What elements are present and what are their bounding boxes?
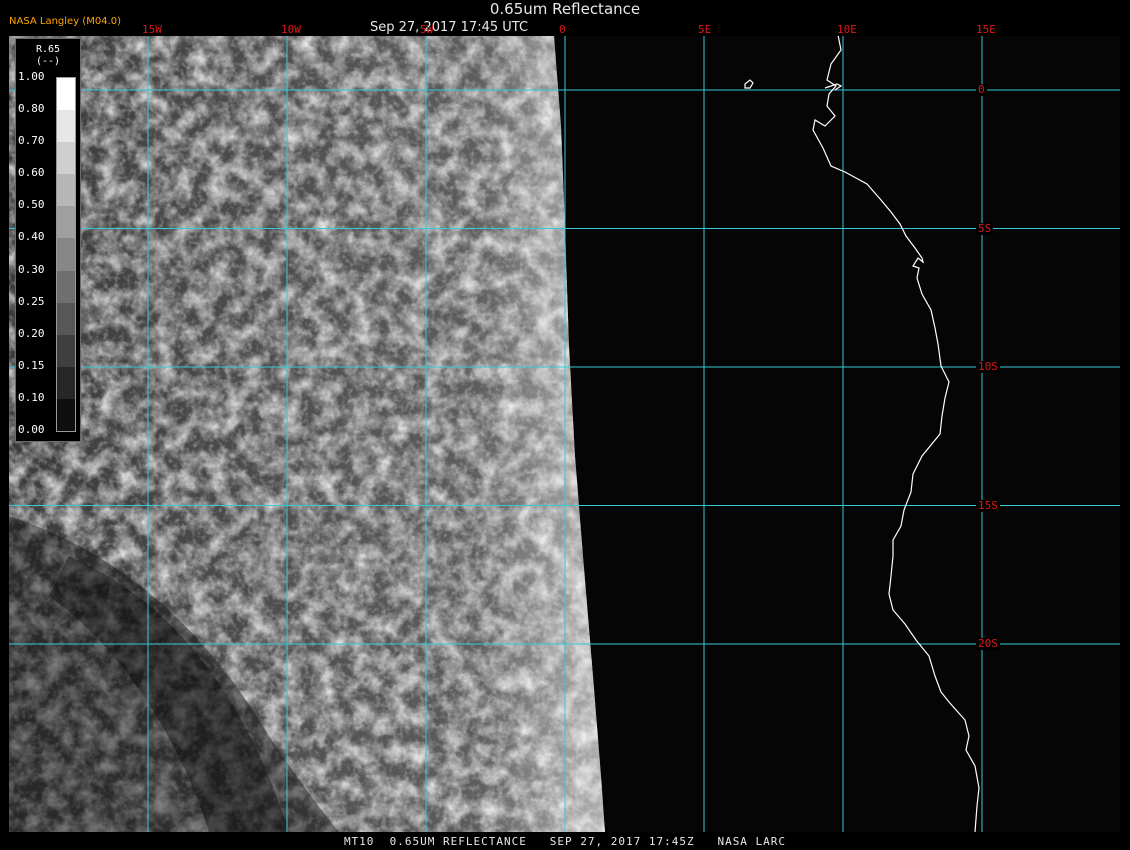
colorbar-tick-label: 0.40: [18, 230, 45, 244]
satellite-image-viewer: 0.65um Reflectance Sep 27, 2017 17:45 UT…: [0, 0, 1130, 850]
colorbar-band: [57, 78, 75, 111]
colorbar-tick-label: 0.60: [18, 166, 45, 180]
latitude-label: 0: [976, 83, 987, 96]
reflectance-map: [9, 36, 1120, 832]
colorbar-band: [57, 302, 75, 336]
longitude-label: 15E: [976, 23, 996, 36]
latitude-label: 15S: [976, 498, 1000, 512]
colorbar-band: [57, 366, 75, 400]
longitude-label: 5E: [698, 23, 712, 36]
colorbar-band: [57, 174, 75, 207]
source-label: NASA Langley (M04.0): [9, 16, 121, 27]
image-title: 0.65um Reflectance: [489, 0, 641, 18]
colorbar-band: [57, 334, 75, 368]
colorbar-tick-label: 0.50: [18, 198, 45, 212]
colorbar-band: [57, 110, 75, 143]
colorbar-tick-label: 0.10: [18, 390, 45, 404]
colorbar-band: [57, 142, 75, 175]
colorbar-tick-label: 0.25: [18, 294, 45, 308]
latitude-label: 20S: [976, 637, 1000, 650]
colorbar-tick-label: 0.70: [18, 134, 45, 148]
longitude-label: 10E: [837, 23, 857, 36]
map-panel[interactable]: 0 5S 10S 15S 20S: [9, 36, 1120, 832]
latitude-label: 10S: [976, 360, 1000, 373]
colorbar-legend: R.65 (--) 1.00 0.80 0.70 0.60 0.50 0.40 0.30 0.…: [15, 38, 81, 442]
colorbar-tick-label: 0.30: [18, 262, 45, 276]
longitude-label: 0: [559, 23, 566, 36]
colorbar-band: [57, 270, 75, 304]
footer-caption: MT10 0.65UM REFLECTANCE SEP 27, 2017 17:…: [343, 835, 787, 848]
colorbar-band: [57, 206, 75, 239]
colorbar-tick-label: 0.20: [18, 326, 45, 340]
colorbar-title: R.65: [35, 44, 61, 55]
colorbar-tick-label: 0.00: [18, 423, 45, 436]
longitude-label: 10W: [281, 23, 301, 36]
colorbar-band: [57, 238, 75, 272]
colorbar-gradient: [56, 77, 76, 432]
longitude-label: 5W: [420, 23, 434, 36]
colorbar-band: [57, 398, 75, 432]
image-timestamp: Sep 27, 2017 17:45 UTC: [370, 20, 529, 35]
colorbar-tick-label: 1.00: [18, 70, 45, 83]
colorbar-tick-label: 0.80: [18, 102, 45, 116]
longitude-label: 15W: [142, 23, 162, 36]
colorbar-unit: (--): [35, 56, 61, 67]
colorbar-tick-label: 0.15: [18, 358, 45, 372]
latitude-label: 5S: [976, 221, 994, 235]
